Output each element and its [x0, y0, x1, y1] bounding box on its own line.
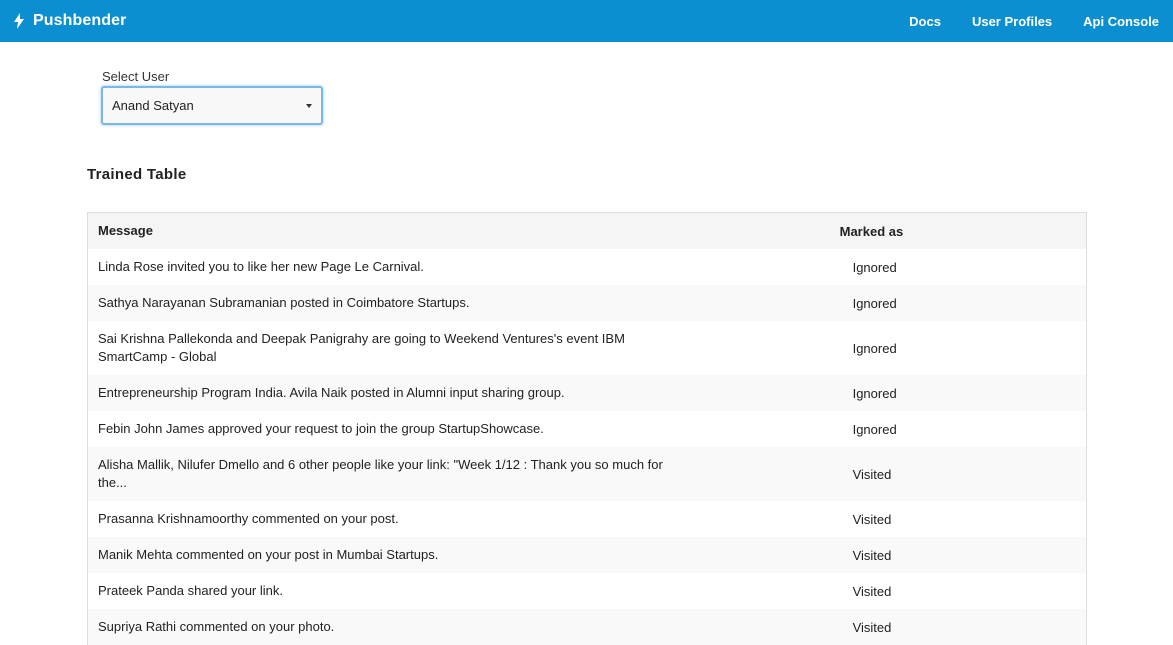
row-message: Supriya Rathi commented on your photo. — [98, 619, 335, 634]
row-message: Linda Rose invited you to like her new P… — [98, 259, 424, 274]
row-marked-as: Ignored — [852, 340, 897, 356]
lightning-bolt-icon — [14, 13, 24, 29]
section-title: Trained Table — [87, 166, 187, 183]
row-message: Alisha Mallik, Nilufer Dmello and 6 othe… — [98, 457, 663, 490]
row-marked-as: Ignored — [852, 259, 897, 275]
table-row: Manik Mehta commented on your post in Mu… — [88, 537, 1086, 573]
row-message: Prasanna Krishnamoorthy commented on you… — [98, 511, 399, 526]
row-message: Sai Krishna Pallekonda and Deepak Panigr… — [98, 331, 625, 364]
table-row: Febin John James approved your request t… — [88, 411, 1086, 447]
row-message: Febin John James approved your request t… — [98, 421, 544, 436]
row-marked-as: Ignored — [852, 295, 897, 311]
row-message: Manik Mehta commented on your post in Mu… — [98, 547, 439, 562]
table-row: Sathya Narayanan Subramanian posted in C… — [88, 285, 1086, 321]
table-row: Alisha Mallik, Nilufer Dmello and 6 othe… — [88, 447, 1086, 501]
nav-link-user-profiles[interactable]: User Profiles — [972, 14, 1052, 29]
trained-table: Message Marked as Linda Rose invited you… — [87, 212, 1087, 645]
row-marked-as: Visited — [852, 466, 892, 482]
header-message: Message — [98, 223, 153, 238]
row-marked-as: Ignored — [852, 421, 897, 437]
table-row: Sai Krishna Pallekonda and Deepak Panigr… — [88, 321, 1086, 375]
row-message: Prateek Panda shared your link. — [98, 583, 283, 598]
brand-name: Pushbender — [33, 12, 127, 29]
table-row: Supriya Rathi commented on your photo. V… — [88, 609, 1086, 645]
nav-link-api-console[interactable]: Api Console — [1083, 14, 1159, 29]
table-row: Prateek Panda shared your link. Visited — [88, 573, 1086, 609]
selected-user: Anand Satyan — [112, 98, 194, 113]
user-select-dropdown[interactable]: Anand Satyan — [101, 86, 323, 125]
table-header: Message Marked as — [88, 213, 1086, 249]
nav-link-docs[interactable]: Docs — [909, 14, 941, 29]
row-message: Entrepreneurship Program India. Avila Na… — [98, 385, 565, 400]
caret-down-icon — [306, 103, 312, 108]
table-row: Prasanna Krishnamoorthy commented on you… — [88, 501, 1086, 537]
row-marked-as: Ignored — [852, 385, 897, 401]
select-user-label: Select User — [102, 69, 170, 84]
row-marked-as: Visited — [852, 511, 892, 527]
row-marked-as: Visited — [852, 547, 892, 563]
row-marked-as: Visited — [852, 619, 892, 635]
row-message: Sathya Narayanan Subramanian posted in C… — [98, 295, 470, 310]
brand[interactable]: Pushbender — [0, 12, 126, 30]
top-navbar: Pushbender Docs User Profiles Api Consol… — [0, 0, 1173, 42]
row-marked-as: Visited — [852, 583, 892, 599]
table-row: Linda Rose invited you to like her new P… — [88, 249, 1086, 285]
table-row: Entrepreneurship Program India. Avila Na… — [88, 375, 1086, 411]
header-marked-as: Marked as — [839, 223, 904, 239]
nav-links: Docs User Profiles Api Console — [878, 0, 1173, 42]
